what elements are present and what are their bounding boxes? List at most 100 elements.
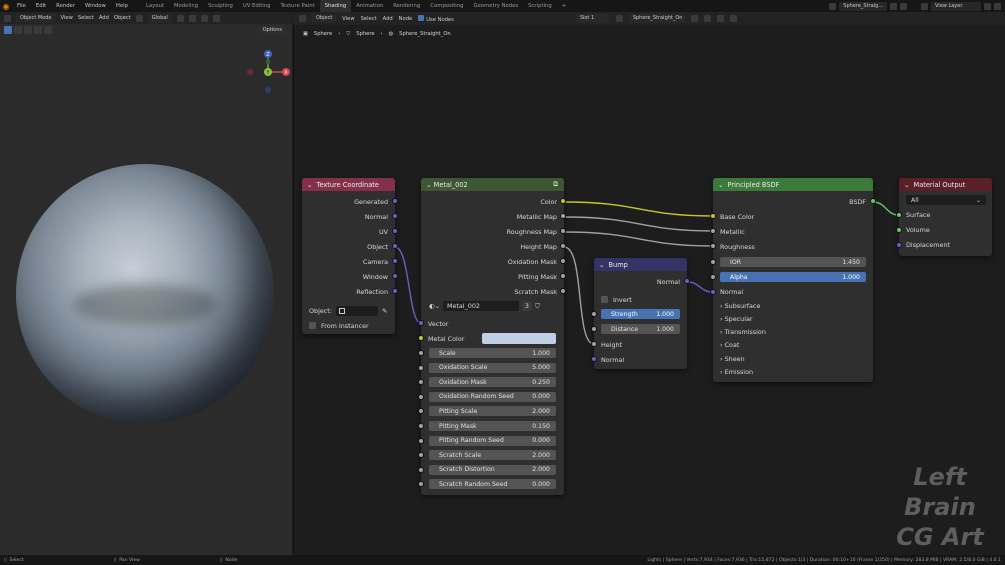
navigation-gizmo[interactable]: Z Y X <box>246 48 290 94</box>
socket-distance-in[interactable] <box>591 326 597 332</box>
socket-object[interactable] <box>392 243 398 249</box>
fake-user-icon[interactable] <box>690 15 698 22</box>
delete-layer-icon[interactable] <box>994 2 1001 10</box>
breadcrumb-mesh[interactable]: Sphere <box>356 31 374 37</box>
shader-type-select[interactable]: Object <box>312 14 337 23</box>
menu-window[interactable]: Window <box>80 3 111 9</box>
param-socket[interactable] <box>418 481 424 488</box>
panel-transmission[interactable]: › Transmission <box>713 325 873 338</box>
socket-normal-in[interactable] <box>710 289 716 295</box>
node-header[interactable]: ⌄ Principled BSDF <box>713 178 873 191</box>
ior-field[interactable]: IOR 1.450 <box>720 257 866 267</box>
param-socket[interactable] <box>418 452 424 459</box>
node-header[interactable]: ⌄ Bump <box>594 258 687 271</box>
socket-generated[interactable] <box>392 198 398 204</box>
viewport-menu-select[interactable]: Select <box>78 15 94 21</box>
transform-orientation-select[interactable]: Global <box>147 13 172 23</box>
area-divider[interactable] <box>293 12 294 555</box>
tab-animation[interactable]: Animation <box>351 0 388 12</box>
select-subtract-icon[interactable] <box>24 26 32 34</box>
breadcrumb-material[interactable]: Sphere_Straight_On <box>399 31 451 37</box>
unlink-material-icon[interactable] <box>716 15 724 22</box>
panel-coat[interactable]: › Coat <box>713 338 873 351</box>
param-field[interactable]: Scratch Scale 2.000 <box>429 450 556 461</box>
node-menu-node[interactable]: Node <box>399 16 413 22</box>
socket-height-in[interactable] <box>591 341 597 347</box>
collapse-chevron-icon[interactable]: ⌄ <box>904 181 910 189</box>
panel-emission[interactable]: › Emission <box>713 365 873 378</box>
snap-icon[interactable] <box>176 14 184 22</box>
socket-uv[interactable] <box>392 228 398 234</box>
param-field[interactable]: Oxidation Mask 0.250 <box>429 377 556 388</box>
socket-roughness-out[interactable] <box>560 228 566 234</box>
tab-scripting[interactable]: Scripting <box>523 0 557 12</box>
socket-bsdf-out[interactable] <box>870 198 876 204</box>
param-field[interactable]: Pitting Mask 0.150 <box>429 421 556 431</box>
node-header[interactable]: ⌄ Material Output <box>899 178 992 191</box>
tab-texture-paint[interactable]: Texture Paint <box>275 0 319 12</box>
socket-metal-color-in[interactable] <box>418 335 424 341</box>
menu-edit[interactable]: Edit <box>31 3 51 9</box>
socket-color-out[interactable] <box>560 198 566 204</box>
socket-height-out[interactable] <box>560 243 566 249</box>
socket-metallic-out[interactable] <box>560 213 566 219</box>
socket-reflection[interactable] <box>392 288 398 294</box>
param-field[interactable]: Pitting Scale 2.000 <box>429 406 556 417</box>
menu-help[interactable]: Help <box>111 3 133 9</box>
metal-color-swatch[interactable] <box>482 333 556 344</box>
param-field[interactable]: Oxidation Scale 5.000 <box>429 362 556 373</box>
fake-user-shield-icon[interactable]: ⛉ <box>535 302 540 311</box>
param-socket[interactable] <box>418 408 424 415</box>
node-menu-add[interactable]: Add <box>383 16 393 22</box>
proportional-edit-icon[interactable] <box>188 14 196 22</box>
tab-layout[interactable]: Layout <box>141 0 169 12</box>
tab-rendering[interactable]: Rendering <box>388 0 425 12</box>
param-socket[interactable] <box>418 364 424 371</box>
duplicate-material-icon[interactable] <box>703 15 711 22</box>
bump-node[interactable]: ⌄ Bump Normal Invert Strength 1.000 Distan… <box>591 258 690 369</box>
socket-surface-in[interactable] <box>896 212 902 218</box>
param-socket[interactable] <box>418 393 424 400</box>
viewport-menu-object[interactable]: Object <box>114 15 131 21</box>
metal-group-node[interactable]: ⌄ Metal_002 ⧉ Color Metallic Map Roughne… <box>418 178 566 495</box>
socket-metallic-in[interactable] <box>710 228 716 234</box>
scene-field[interactable]: Sphere_Straig... <box>839 1 887 11</box>
socket-normal[interactable] <box>392 213 398 219</box>
checkbox[interactable] <box>601 296 608 303</box>
panel-specular[interactable]: › Specular <box>713 312 873 325</box>
param-socket[interactable] <box>418 350 424 356</box>
blender-logo-icon[interactable]: ◉ <box>0 0 12 12</box>
slot-select[interactable]: Slot 1 <box>575 14 610 23</box>
param-socket[interactable] <box>418 423 424 429</box>
principled-bsdf-node[interactable]: ⌄ Principled BSDF BSDF Base Color Metalli… <box>710 178 876 382</box>
tab-geometry-nodes[interactable]: Geometry Nodes <box>468 0 523 12</box>
shading-icon[interactable] <box>212 14 220 22</box>
editor-type-icon[interactable] <box>299 15 306 22</box>
use-nodes-toggle[interactable]: Use Nodes <box>418 14 454 23</box>
tab-sculpting[interactable]: Sculpting <box>203 0 238 12</box>
socket-normal-in[interactable] <box>591 356 597 362</box>
editor-type-icon[interactable] <box>4 14 11 22</box>
socket-ior-in[interactable] <box>710 259 716 265</box>
socket-strength-in[interactable] <box>591 311 597 317</box>
socket-vector-in[interactable] <box>418 320 424 326</box>
param-field[interactable]: Pitting Random Seed 0.000 <box>429 435 556 446</box>
transform-pivot-icon[interactable] <box>135 14 143 22</box>
object-field[interactable] <box>335 305 378 316</box>
socket-displacement-in[interactable] <box>896 242 902 248</box>
material-output-node[interactable]: ⌄ Material Output All ⌄ Surface Volume Dis… <box>896 178 992 256</box>
socket-normal-out[interactable] <box>684 278 690 284</box>
copy-scene-icon[interactable] <box>890 2 897 10</box>
add-workspace-button[interactable]: + <box>557 0 571 12</box>
checkbox[interactable] <box>309 322 316 329</box>
select-box-icon[interactable] <box>4 26 12 34</box>
breadcrumb-object[interactable]: Sphere <box>314 31 332 37</box>
strength-field[interactable]: Strength 1.000 <box>601 309 680 319</box>
socket-camera[interactable] <box>392 258 398 264</box>
socket-volume-in[interactable] <box>896 227 902 233</box>
tab-uv-editing[interactable]: UV Editing <box>238 0 276 12</box>
socket-scratch-out[interactable] <box>560 288 566 294</box>
socket-pitting-out[interactable] <box>560 273 566 279</box>
node-menu-view[interactable]: View <box>342 16 354 22</box>
target-select[interactable]: All ⌄ <box>906 195 986 205</box>
